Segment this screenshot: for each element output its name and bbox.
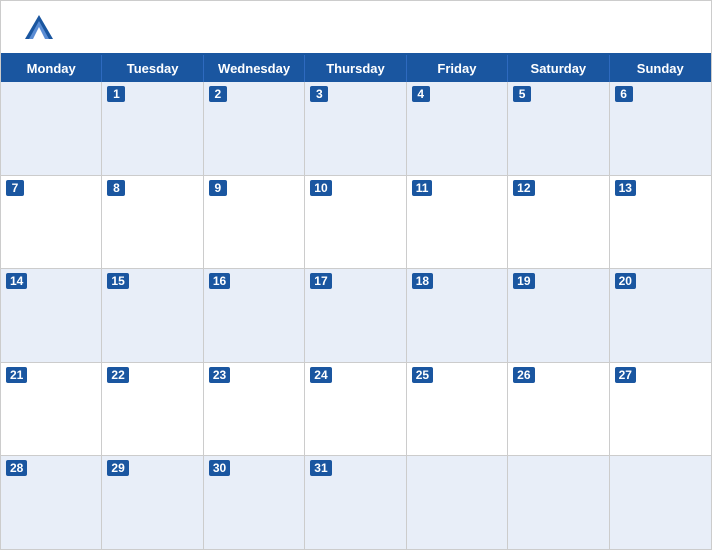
- week-row-5: 28 29 30 31: [1, 456, 711, 549]
- day-cell-empty-w4d4: [407, 456, 508, 549]
- day-cell-10: 10: [305, 176, 406, 269]
- day-number-22: 22: [107, 367, 128, 383]
- day-number-15: 15: [107, 273, 128, 289]
- day-number-2: 2: [209, 86, 227, 102]
- week-row-1: 1 2 3 4 5 6: [1, 82, 711, 176]
- day-number-1: 1: [107, 86, 125, 102]
- day-cell-27: 27: [610, 363, 711, 456]
- day-cell-3: 3: [305, 82, 406, 175]
- day-cell-11: 11: [407, 176, 508, 269]
- day-number-31: 31: [310, 460, 331, 476]
- day-number-8: 8: [107, 180, 125, 196]
- day-number-17: 17: [310, 273, 331, 289]
- day-number-12: 12: [513, 180, 534, 196]
- day-number-25: 25: [412, 367, 433, 383]
- day-number-20: 20: [615, 273, 636, 289]
- logo-area: [21, 11, 63, 47]
- day-number-16: 16: [209, 273, 230, 289]
- day-number-5: 5: [513, 86, 531, 102]
- day-cell-2: 2: [204, 82, 305, 175]
- day-cell-29: 29: [102, 456, 203, 549]
- day-number-29: 29: [107, 460, 128, 476]
- day-cell-21: 21: [1, 363, 102, 456]
- day-cell-24: 24: [305, 363, 406, 456]
- day-number-13: 13: [615, 180, 636, 196]
- day-number-27: 27: [615, 367, 636, 383]
- day-number-6: 6: [615, 86, 633, 102]
- day-cell-19: 19: [508, 269, 609, 362]
- day-cell-5: 5: [508, 82, 609, 175]
- day-cell-14: 14: [1, 269, 102, 362]
- day-cell-22: 22: [102, 363, 203, 456]
- calendar-container: Monday Tuesday Wednesday Thursday Friday…: [0, 0, 712, 550]
- day-number-10: 10: [310, 180, 331, 196]
- day-number-11: 11: [412, 180, 433, 196]
- day-cell-30: 30: [204, 456, 305, 549]
- day-headers-row: Monday Tuesday Wednesday Thursday Friday…: [1, 55, 711, 82]
- day-header-tuesday: Tuesday: [102, 55, 203, 82]
- day-number-7: 7: [6, 180, 24, 196]
- week-row-2: 7 8 9 10 11 12 13: [1, 176, 711, 270]
- day-cell-1: 1: [102, 82, 203, 175]
- week-row-4: 21 22 23 24 25 26 27: [1, 363, 711, 457]
- day-header-wednesday: Wednesday: [204, 55, 305, 82]
- day-header-monday: Monday: [1, 55, 102, 82]
- day-number-14: 14: [6, 273, 27, 289]
- weeks-container: 1234567891011121314151617181920212223242…: [1, 82, 711, 549]
- day-cell-13: 13: [610, 176, 711, 269]
- day-number-19: 19: [513, 273, 534, 289]
- day-number-9: 9: [209, 180, 227, 196]
- day-number-24: 24: [310, 367, 331, 383]
- day-cell-20: 20: [610, 269, 711, 362]
- day-cell-31: 31: [305, 456, 406, 549]
- day-number-26: 26: [513, 367, 534, 383]
- day-cell-9: 9: [204, 176, 305, 269]
- day-cell-28: 28: [1, 456, 102, 549]
- day-number-28: 28: [6, 460, 27, 476]
- day-cell-17: 17: [305, 269, 406, 362]
- day-cell-empty-w4d5: [508, 456, 609, 549]
- day-cell-4: 4: [407, 82, 508, 175]
- day-cell-18: 18: [407, 269, 508, 362]
- day-header-friday: Friday: [407, 55, 508, 82]
- day-cell-empty-w0d0: [1, 82, 102, 175]
- day-number-18: 18: [412, 273, 433, 289]
- calendar-header: [1, 1, 711, 53]
- day-number-4: 4: [412, 86, 430, 102]
- day-number-21: 21: [6, 367, 27, 383]
- day-cell-16: 16: [204, 269, 305, 362]
- day-cell-empty-w4d6: [610, 456, 711, 549]
- day-header-sunday: Sunday: [610, 55, 711, 82]
- calendar-grid: Monday Tuesday Wednesday Thursday Friday…: [1, 53, 711, 549]
- day-cell-15: 15: [102, 269, 203, 362]
- day-cell-6: 6: [610, 82, 711, 175]
- day-cell-23: 23: [204, 363, 305, 456]
- day-header-thursday: Thursday: [305, 55, 406, 82]
- week-row-3: 14 15 16 17 18 19 20: [1, 269, 711, 363]
- day-cell-7: 7: [1, 176, 102, 269]
- day-number-23: 23: [209, 367, 230, 383]
- day-cell-12: 12: [508, 176, 609, 269]
- day-number-3: 3: [310, 86, 328, 102]
- generalblue-logo-icon: [21, 11, 57, 47]
- day-header-saturday: Saturday: [508, 55, 609, 82]
- day-cell-25: 25: [407, 363, 508, 456]
- day-cell-26: 26: [508, 363, 609, 456]
- day-cell-8: 8: [102, 176, 203, 269]
- day-number-30: 30: [209, 460, 230, 476]
